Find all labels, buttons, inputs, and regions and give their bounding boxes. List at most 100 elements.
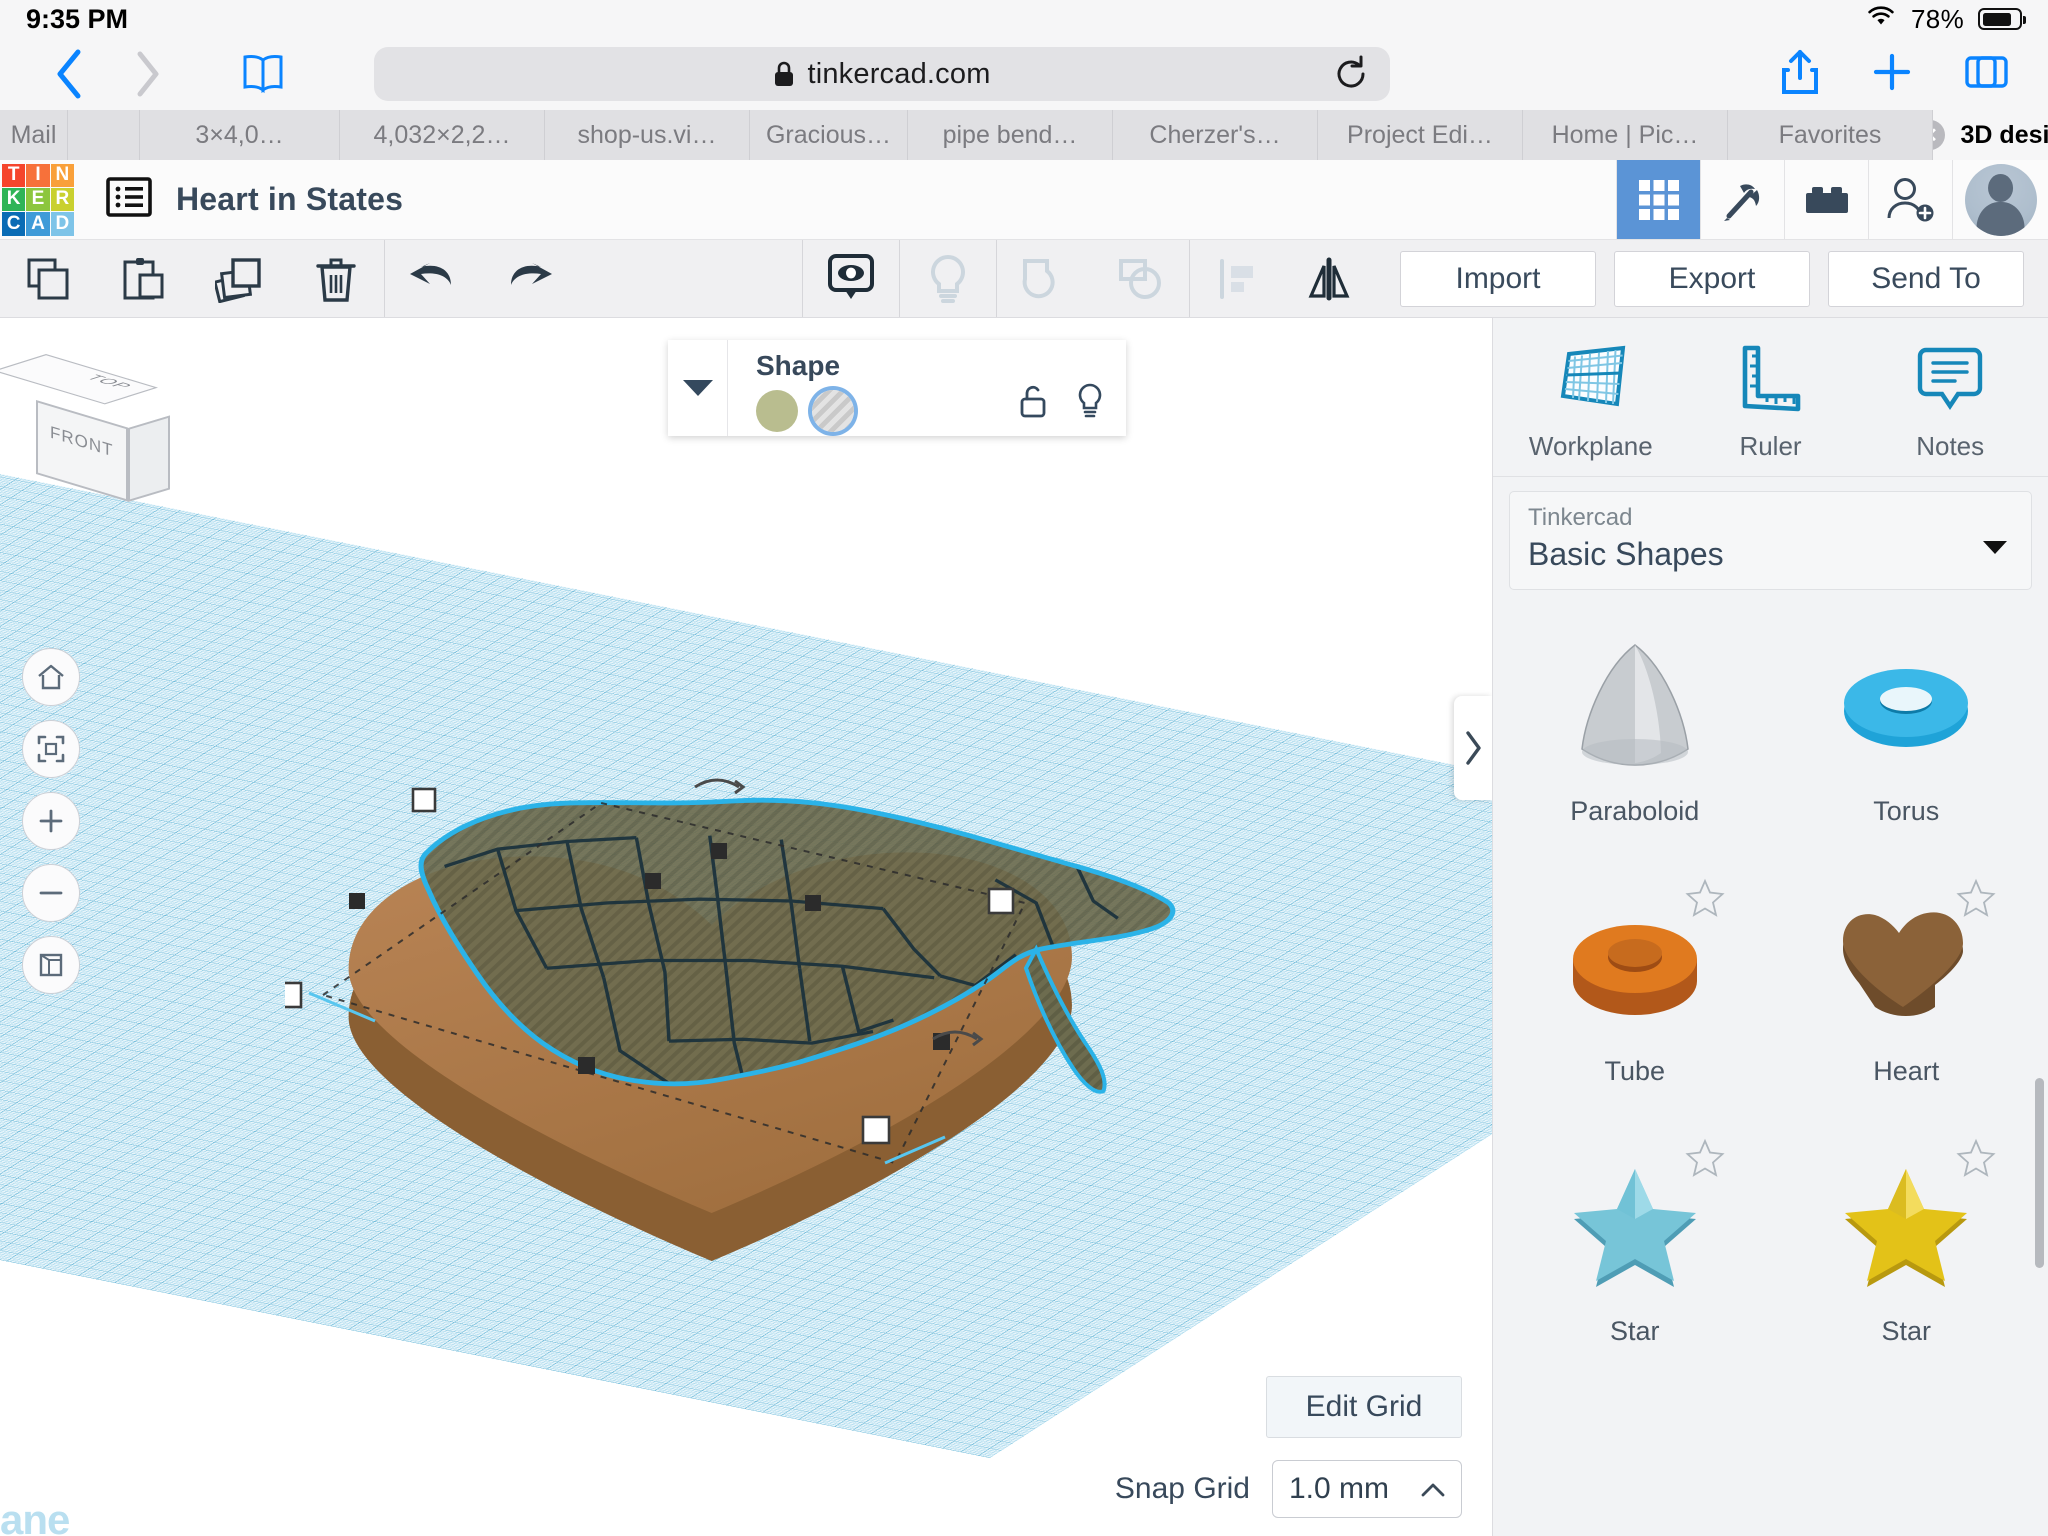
paste-icon[interactable] [96,240,192,317]
browser-tab[interactable]: Cherzer's… [1113,110,1318,160]
delete-icon[interactable] [288,240,384,317]
snap-grid-select[interactable]: 1.0 mm [1272,1460,1462,1518]
sidebar-item-workplane[interactable]: Workplane [1501,340,1681,462]
browser-tab[interactable]: shop-us.vi… [545,110,750,160]
view-cube[interactable]: TOP FRONT [28,354,188,504]
shape-library-select[interactable]: Tinkercad Basic Shapes [1509,491,2032,590]
browser-tab[interactable]: Favorites [1728,110,1933,160]
fit-all-icon[interactable] [22,720,80,778]
browser-tab-label: 3×4,0… [195,121,283,150]
right-sidebar: Workplane Ruler Notes Tinkercad Basic Sh… [1492,318,2048,1536]
sidebar-tools: Workplane Ruler Notes [1493,318,2048,477]
browser-tab-label: Gracious… [766,121,891,150]
caret-up-icon [1421,1472,1445,1506]
shape-library-item[interactable]: Star [1499,1128,1771,1388]
unlocked-icon[interactable] [1018,384,1048,423]
home-view-icon[interactable] [22,648,80,706]
ruler-icon [1733,340,1809,421]
battery-icon [1978,8,2022,30]
show-hide-icon[interactable] [803,240,899,317]
mirror-icon[interactable] [1286,240,1382,317]
header-actions [1616,160,2048,239]
browser-tab[interactable]: Gracious… [750,110,908,160]
grid-watermark: ane [0,1496,69,1536]
book-icon[interactable] [224,52,302,96]
undo-icon[interactable] [385,240,481,317]
tabs-icon[interactable] [1964,49,2010,100]
url-bar[interactable]: tinkercad.com [374,47,1390,101]
browser-tab-label: Favorites [1779,121,1882,150]
tinkercad-logo[interactable]: TINKERCAD [2,164,74,236]
plus-icon[interactable] [1870,50,1914,99]
shape-library-item[interactable]: Paraboloid [1499,608,1771,868]
shape-library-item[interactable]: Tube [1499,868,1771,1128]
browser-tab[interactable]: 4,032×2,2… [340,110,545,160]
add-person-icon[interactable] [1868,160,1952,239]
zoom-in-icon[interactable] [22,792,80,850]
design-viewport[interactable]: TOP FRONT [0,318,1492,1536]
sidebar-item-ruler[interactable]: Ruler [1681,340,1861,462]
favorite-star-icon[interactable] [1685,1138,1725,1183]
copy-icon[interactable] [0,240,96,317]
sidebar-scrollbar[interactable] [2035,1078,2044,1268]
lightbulb-icon[interactable] [1076,383,1104,424]
library-name: Basic Shapes [1528,536,2013,573]
browser-tab[interactable]: pipe bend… [908,110,1113,160]
shape-library-item[interactable]: Star [1771,1128,2043,1388]
perspective-toggle-icon[interactable] [22,936,80,994]
snap-grid-label: Snap Grid [1115,1472,1250,1506]
pickaxe-icon[interactable] [1700,160,1784,239]
caret-down-icon[interactable] [668,340,728,436]
library-owner-label: Tinkercad [1528,504,2013,532]
shape-inspector-panel[interactable]: Shape [668,340,1126,436]
import-button[interactable]: Import [1400,251,1596,307]
list-menu-icon[interactable] [106,176,152,223]
zoom-out-icon[interactable] [22,864,80,922]
grid-view-icon[interactable] [1616,160,1700,239]
lego-brick-icon[interactable] [1784,160,1868,239]
sidebar-item-label: Ruler [1739,431,1801,462]
logo-tile: C [2,212,25,235]
url-text: tinkercad.com [807,58,990,91]
close-icon[interactable]: ✕ [1933,120,1945,150]
edit-grid-button[interactable]: Edit Grid [1266,1376,1462,1438]
chevron-left-icon[interactable] [30,46,108,102]
duplicate-icon[interactable] [192,240,288,317]
browser-tab[interactable] [68,110,140,160]
browser-tab-label: Project Edi… [1347,121,1493,150]
lightbulb-icon [900,240,996,317]
hole-swatch[interactable] [812,390,854,432]
page-title: Heart in States [176,181,403,218]
favorite-star-icon[interactable] [1956,1138,1996,1183]
solid-color-swatch[interactable] [756,390,798,432]
edit-toolbar: Import Export Send To [0,240,2048,318]
shape-library-item[interactable]: Torus [1771,608,2043,868]
redo-icon[interactable] [481,240,577,317]
avatar[interactable] [1952,160,2048,239]
export-button[interactable]: Export [1614,251,1810,307]
app-header: TINKERCAD Heart in States [0,160,2048,240]
ungroup-icon [1093,240,1189,317]
reload-icon[interactable] [1332,55,1370,98]
heart-with-states-model[interactable] [285,473,1205,1293]
favorite-star-icon[interactable] [1956,878,1996,923]
send-to-button[interactable]: Send To [1828,251,2024,307]
viewport-nav-buttons [22,648,80,994]
torus-thumb [1831,632,1981,782]
browser-tab[interactable]: 3×4,0… [140,110,340,160]
browser-tab-label: Cherzer's… [1149,121,1280,150]
browser-tab[interactable]: Home | Pic… [1523,110,1728,160]
shape-library-item[interactable]: Heart [1771,868,2043,1128]
toolbar-action-buttons: Import Export Send To [1382,240,2048,317]
browser-tab-label: Home | Pic… [1552,121,1699,150]
browser-tab-active[interactable]: ✕3D desi… [1933,110,2048,160]
collapse-panel-button[interactable] [1454,696,1492,800]
sidebar-item-notes[interactable]: Notes [1860,340,2040,462]
caret-down-icon [1981,538,2009,561]
sidebar-item-label: Workplane [1529,431,1653,462]
browser-tab[interactable]: Mail [0,110,68,160]
ios-status-bar: 9:35 PM 78% [0,0,2048,38]
share-icon[interactable] [1780,48,1820,101]
favorite-star-icon[interactable] [1685,878,1725,923]
browser-tab[interactable]: Project Edi… [1318,110,1523,160]
